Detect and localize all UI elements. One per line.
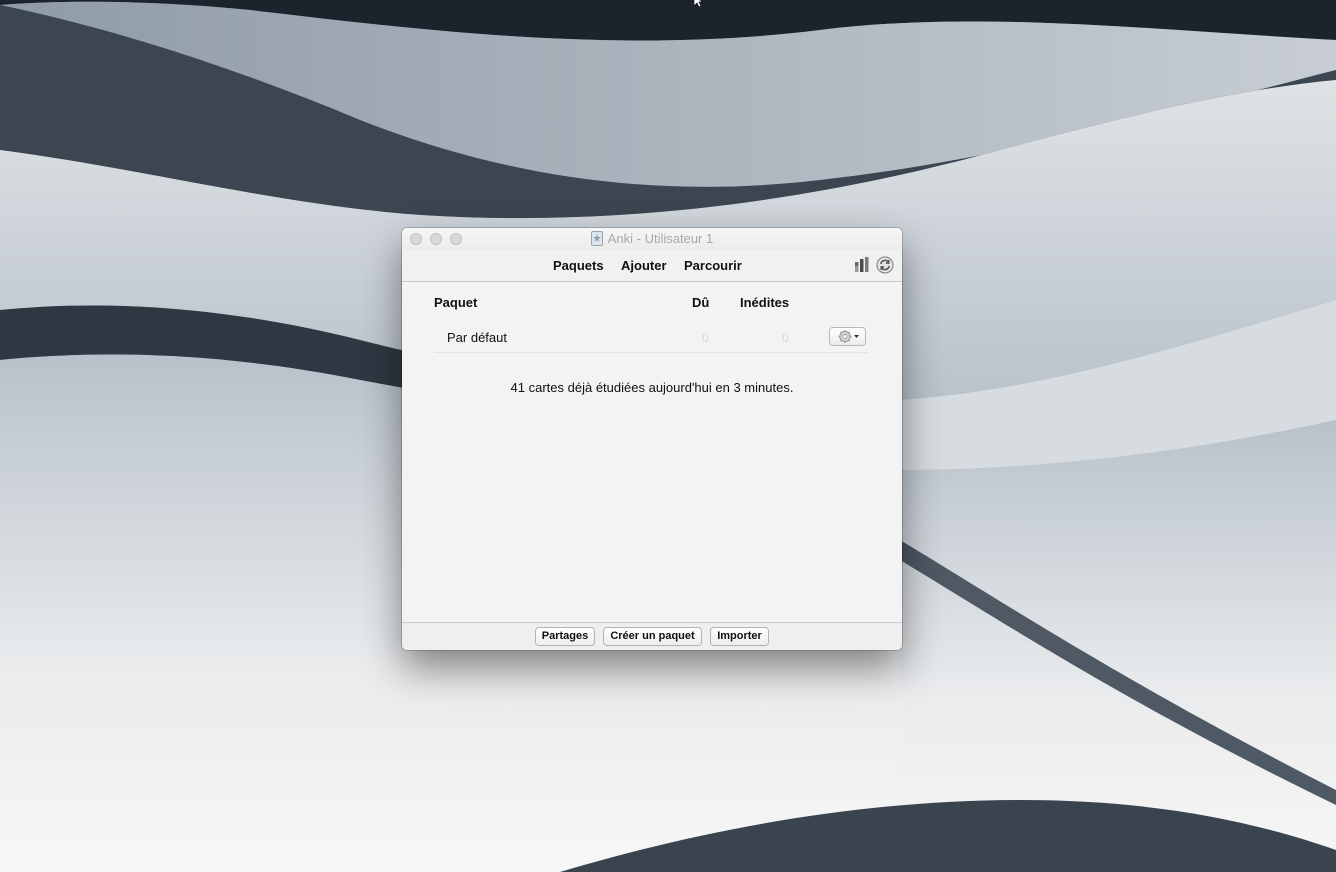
- window-title-wrap: Anki - Utilisateur 1: [402, 228, 902, 250]
- column-header-deck: Paquet: [434, 295, 478, 310]
- deck-row: Par défaut 0 0: [434, 322, 868, 353]
- deck-options-button[interactable]: [830, 328, 865, 345]
- gear-icon: [838, 330, 859, 343]
- shared-decks-button[interactable]: Partages: [536, 628, 594, 645]
- column-header-new: Inédites: [740, 295, 790, 310]
- create-deck-button[interactable]: Créer un paquet: [604, 628, 701, 645]
- anki-main-window: Anki - Utilisateur 1 Paquets Ajouter Par…: [402, 228, 902, 650]
- sync-icon[interactable]: [876, 256, 894, 274]
- stats-icon[interactable]: [854, 257, 870, 273]
- deck-name-link[interactable]: Par défaut: [447, 330, 507, 345]
- nav-browse-link[interactable]: Parcourir: [684, 258, 742, 273]
- desktop: Anki - Utilisateur 1 Paquets Ajouter Par…: [0, 0, 1336, 872]
- bottom-bar: Partages Créer un paquet Importer: [402, 622, 902, 650]
- import-button[interactable]: Importer: [711, 628, 768, 645]
- studied-today-summary: 41 cartes déjà étudiées aujourd'hui en 3…: [510, 380, 794, 395]
- deck-new-count: 0: [782, 331, 789, 345]
- nav-decks-link[interactable]: Paquets: [553, 258, 604, 273]
- anki-app-icon: [590, 231, 603, 246]
- nav-add-link[interactable]: Ajouter: [621, 258, 667, 273]
- deck-browser: Paquet Dû Inédites Par défaut 0 0 41 car…: [402, 282, 902, 622]
- column-header-due: Dû: [692, 295, 710, 310]
- deck-due-count: 0: [702, 331, 709, 345]
- main-toolbar: Paquets Ajouter Parcourir: [402, 250, 902, 282]
- title-bar[interactable]: Anki - Utilisateur 1: [402, 228, 902, 250]
- mouse-cursor-icon: [693, 0, 705, 8]
- window-title: Anki - Utilisateur 1: [607, 231, 714, 246]
